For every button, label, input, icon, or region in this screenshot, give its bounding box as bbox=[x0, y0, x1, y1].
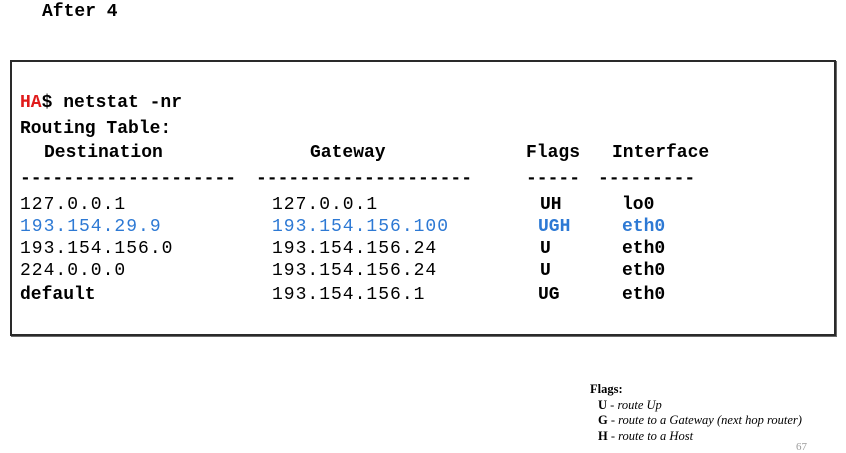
page-number: 67 bbox=[796, 441, 807, 453]
prompt-host: HA bbox=[20, 93, 42, 113]
legend-key-h: H bbox=[598, 428, 608, 443]
row-3-destination: 193.154.156.0 bbox=[20, 239, 174, 259]
legend-item-u: U - route Up bbox=[598, 397, 662, 412]
row-3-interface: eth0 bbox=[622, 239, 666, 259]
row-4-flags: U bbox=[540, 261, 551, 281]
row-4-gateway: 193.154.156.24 bbox=[272, 261, 438, 281]
column-header-destination: Destination bbox=[44, 143, 163, 163]
row-1-destination: 127.0.0.1 bbox=[20, 195, 127, 215]
row-2-interface: eth0 bbox=[622, 217, 666, 237]
separator-gateway: -------------------- bbox=[256, 169, 473, 189]
row-5-gateway: 193.154.156.1 bbox=[272, 285, 426, 305]
legend-key-u: U bbox=[598, 397, 608, 412]
slide-heading: After 4 bbox=[42, 2, 118, 22]
column-header-gateway: Gateway bbox=[310, 143, 386, 163]
row-5-destination: default bbox=[20, 285, 96, 305]
flags-legend: Flags: U - route Up G - route to a Gatew… bbox=[590, 382, 802, 444]
routing-table-title: Routing Table: bbox=[20, 119, 172, 139]
row-1-gateway: 127.0.0.1 bbox=[272, 195, 379, 215]
command-line: HA$ netstat -nr bbox=[20, 92, 182, 114]
legend-title: Flags: bbox=[590, 382, 623, 396]
column-header-interface: Interface bbox=[612, 143, 710, 163]
legend-desc-h: route to a Host bbox=[618, 428, 694, 443]
row-3-flags: U bbox=[540, 239, 551, 259]
row-5-flags: UG bbox=[538, 285, 560, 305]
legend-key-g: G bbox=[598, 413, 608, 427]
legend-item-h: H - route to a Host bbox=[598, 428, 694, 443]
legend-item-g: G - route to a Gateway (next hop router) bbox=[598, 413, 802, 427]
row-3-gateway: 193.154.156.24 bbox=[272, 239, 438, 259]
terminal-output-box: HA$ netstat -nr Routing Table: Destinati… bbox=[10, 60, 836, 336]
row-1-interface: lo0 bbox=[622, 195, 655, 215]
row-4-interface: eth0 bbox=[622, 261, 666, 281]
legend-desc-u: route Up bbox=[617, 397, 662, 412]
separator-destination: -------------------- bbox=[20, 169, 237, 189]
separator-flags: ----- bbox=[526, 169, 581, 189]
row-2-gateway: 193.154.156.100 bbox=[272, 217, 450, 237]
row-4-destination: 224.0.0.0 bbox=[20, 261, 127, 281]
row-1-flags: UH bbox=[540, 195, 562, 215]
prompt-command: $ netstat -nr bbox=[41, 93, 183, 113]
row-2-destination: 193.154.29.9 bbox=[20, 217, 162, 237]
separator-interface: --------- bbox=[598, 169, 696, 189]
legend-desc-g: route to a Gateway (next hop router) bbox=[618, 413, 802, 427]
row-2-flags: UGH bbox=[538, 217, 571, 237]
row-5-interface: eth0 bbox=[622, 285, 666, 305]
column-header-flags: Flags bbox=[526, 143, 581, 163]
